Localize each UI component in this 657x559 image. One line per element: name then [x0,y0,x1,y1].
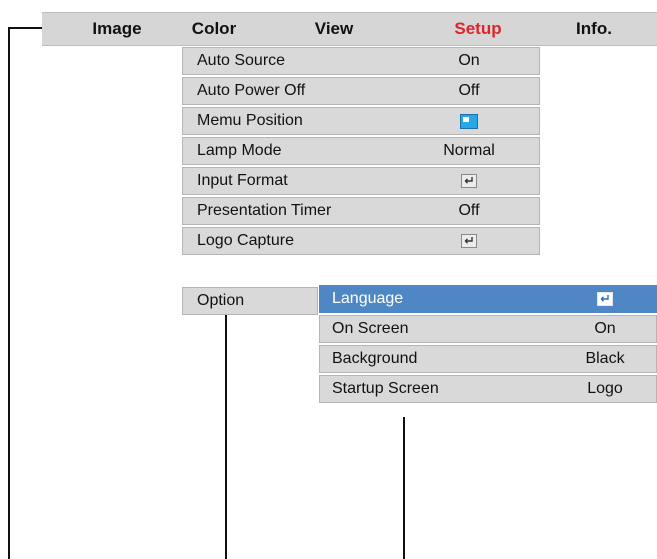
menu-item-label: Memu Position [197,112,303,129]
menu-item-label: Startup Screen [332,380,439,397]
menu-item-startup-screen[interactable]: Startup Screen Logo [319,375,657,403]
menu-item-label: Language [332,290,404,307]
menu-item-logo-capture[interactable]: Logo Capture [182,227,540,255]
menu-item-background[interactable]: Background Black [319,345,657,373]
menu-item-label: Option [197,292,245,309]
menu-item-presentation-timer[interactable]: Presentation Timer Off [182,197,540,225]
menu-item-value [424,108,514,138]
menu-item-value: Normal [443,142,495,159]
menu-item-value: Logo [587,380,623,397]
enter-icon [597,292,613,306]
connector-line-left [8,27,10,559]
menu-item-value: On [458,52,480,69]
menu-item-label: Auto Source [197,52,286,69]
menu-item-label: On Screen [332,320,409,337]
tab-info[interactable]: Info. [564,13,624,45]
menu-item-value [424,228,514,257]
menu-item-label: Input Format [197,172,288,189]
tab-view[interactable]: View [299,13,369,45]
menu-item-label: Presentation Timer [197,202,332,219]
menu-item-on-screen[interactable]: On Screen On [319,315,657,343]
menu-item-label: Auto Power Off [197,82,306,99]
menu-item-lamp-mode[interactable]: Lamp Mode Normal [182,137,540,165]
connector-line-option-menu [403,417,405,559]
menu-item-option[interactable]: Option [182,287,318,315]
menu-item-label: Lamp Mode [197,142,282,159]
tab-color[interactable]: Color [179,13,249,45]
menu-item-value: Off [458,82,480,99]
connector-line-top [8,27,42,29]
menu-item-label: Logo Capture [197,232,294,249]
menu-item-input-format[interactable]: Input Format [182,167,540,195]
enter-icon [461,234,477,248]
option-submenu: Language On Screen On Background Black S… [319,285,657,405]
main-menu-bar: Image Color View Setup Info. [42,12,657,46]
connector-line-option [225,315,227,559]
setup-menu: Auto Source On Auto Power Off Off Memu P… [182,47,540,257]
enter-icon [461,174,477,188]
menu-item-menu-position[interactable]: Memu Position [182,107,540,135]
tab-setup[interactable]: Setup [438,13,518,45]
tab-image[interactable]: Image [72,13,162,45]
menu-item-value: Off [458,202,480,219]
menu-item-value: Black [585,350,625,367]
menu-item-language[interactable]: Language [319,285,657,313]
menu-item-label: Background [332,350,418,367]
menu-position-icon [460,114,478,129]
menu-item-auto-source[interactable]: Auto Source On [182,47,540,75]
menu-item-value [560,286,650,315]
menu-item-value: On [594,320,616,337]
menu-item-value [424,168,514,197]
menu-item-auto-power-off[interactable]: Auto Power Off Off [182,77,540,105]
